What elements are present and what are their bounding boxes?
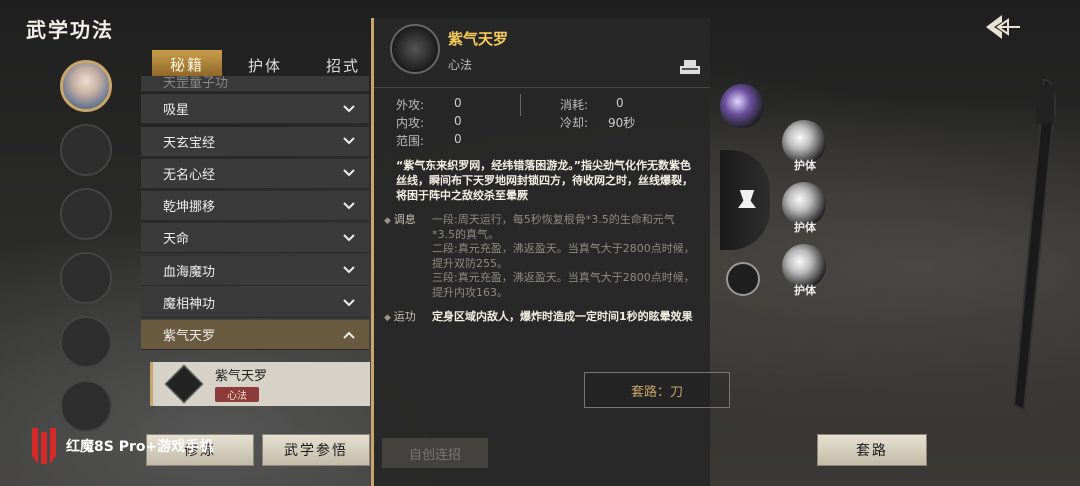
avatar-slot[interactable] [60,316,112,368]
stat-cooldown: 冷却: 90秒 [560,116,636,130]
back-arrow-icon [986,15,1020,39]
avatar-slot[interactable] [60,124,112,176]
list-item[interactable]: 乾坤挪移 [141,191,369,222]
list-item-label: 紫气天罗 [163,329,216,345]
avatar-slot[interactable] [60,252,112,304]
page-title: 武学功法 [26,18,114,42]
list-item-label: 吸星 [163,103,190,119]
avatar-selected[interactable] [60,60,112,112]
list-item-label: 无名心经 [163,167,216,183]
list-item-label: 乾坤挪移 [163,200,216,216]
chevron-up-icon [343,331,355,339]
yunxing-label: 运功 [384,310,432,326]
list-item[interactable]: 无名心经 [141,158,369,189]
skill-name: 紫气天罗 [448,30,509,48]
skill-type: 心法 [448,58,473,72]
list-item-label: 血海魔功 [163,264,216,280]
tiaoxi-label: 调息 [384,213,432,300]
character-column [60,60,116,444]
list-item-label: 天命 [163,232,190,248]
huti-label-1: 护体 [794,159,816,172]
list-item-label: 天玄宝经 [163,135,216,151]
wuxue-canwu-button[interactable]: 武学参悟 [262,434,370,466]
back-button[interactable] [982,10,1022,44]
skill-detail-panel: 紫气天罗 心法 外攻: 0 内攻: 0 范围: 0 消耗: 0 冷却: 90秒 “紫气东来… [371,18,710,486]
chevron-down-icon [343,169,355,177]
chevron-down-icon [343,137,355,145]
list-item-selected[interactable]: 紫气天罗 [141,320,369,351]
list-item-label: 魔相神功 [163,297,216,313]
tiaoxi-text: 一段:周天运行，每5秒恢复根骨*3.5的生命和元气*3.5的真气。 二段:真元充… [432,213,695,299]
skill-slot-main[interactable] [720,84,764,128]
avatar-slot[interactable] [60,188,112,240]
skill-description: “紫气东来织罗网，经纬错落困游龙。”指尖劲气化作无数紫色丝线，瞬间布下天罗地网封… [396,159,693,202]
skill-list: 天罡童子功 吸星 天玄宝经 无名心经 乾坤挪移 天命 血海魔功 魔相神功 紫气天… [141,76,369,353]
tiaoxi-section: 调息 一段:周天运行，每5秒恢复根骨*3.5的生命和元气*3.5的真气。 二段:… [374,213,710,300]
list-item[interactable]: 天命 [141,223,369,254]
list-item[interactable]: 天罡童子功 [141,76,369,92]
sub-skill-card[interactable]: 紫气天罗 心法 [150,362,370,406]
list-item-label: 天罡童子功 [163,76,229,91]
blade-icon [1012,78,1056,412]
taolu-slot[interactable]: 套路：刀 [584,372,730,408]
custom-combo-button[interactable]: 自创连招 [382,438,488,468]
detail-header: 紫气天罗 心法 [374,18,710,88]
stats-block: 外攻: 0 内攻: 0 范围: 0 消耗: 0 冷却: 90秒 [374,90,710,152]
huti-label-3: 护体 [794,284,816,297]
yunxing-section: 运功 定身区域内敌人，爆炸时造成一定时间1秒的眩晕效果 [374,310,710,326]
stats-divider [520,94,521,116]
list-item[interactable]: 吸星 [141,94,369,125]
equip-hat-icon[interactable] [678,58,702,76]
sub-skill-name: 紫气天罗 [215,369,268,384]
chevron-down-icon [343,105,355,113]
sub-skill-tag: 心法 [215,387,259,402]
stat-range: 范围: 0 [396,132,462,148]
chevron-down-icon [343,234,355,242]
avatar-slot[interactable] [60,380,112,432]
skill-icon [164,364,204,404]
stat-nei-gong: 内攻: 0 [396,114,462,130]
list-item[interactable]: 魔相神功 [141,288,369,319]
stat-cost: 消耗: 0 [560,96,624,112]
taolu-button[interactable]: 套路 [817,434,927,466]
skill-emblem-icon [390,24,440,74]
watermark-text: 红魔8S Pro+游戏手机 [66,439,214,455]
brand-logo-icon [32,428,56,464]
chevron-down-icon [343,201,355,210]
yunxing-text: 定身区域内敌人，爆炸时造成一定时间1秒的眩晕效果 [432,310,693,323]
chevron-down-icon [343,266,355,274]
list-item[interactable]: 天玄宝经 [141,126,369,157]
device-watermark: 红魔8S Pro+游戏手机 [28,426,213,466]
stat-wai-gong: 外攻: 0 [396,96,462,112]
compass-icon[interactable] [726,262,760,296]
huti-label-2: 护体 [794,221,816,234]
chevron-down-icon [343,298,355,306]
list-item[interactable]: 血海魔功 [141,255,369,286]
